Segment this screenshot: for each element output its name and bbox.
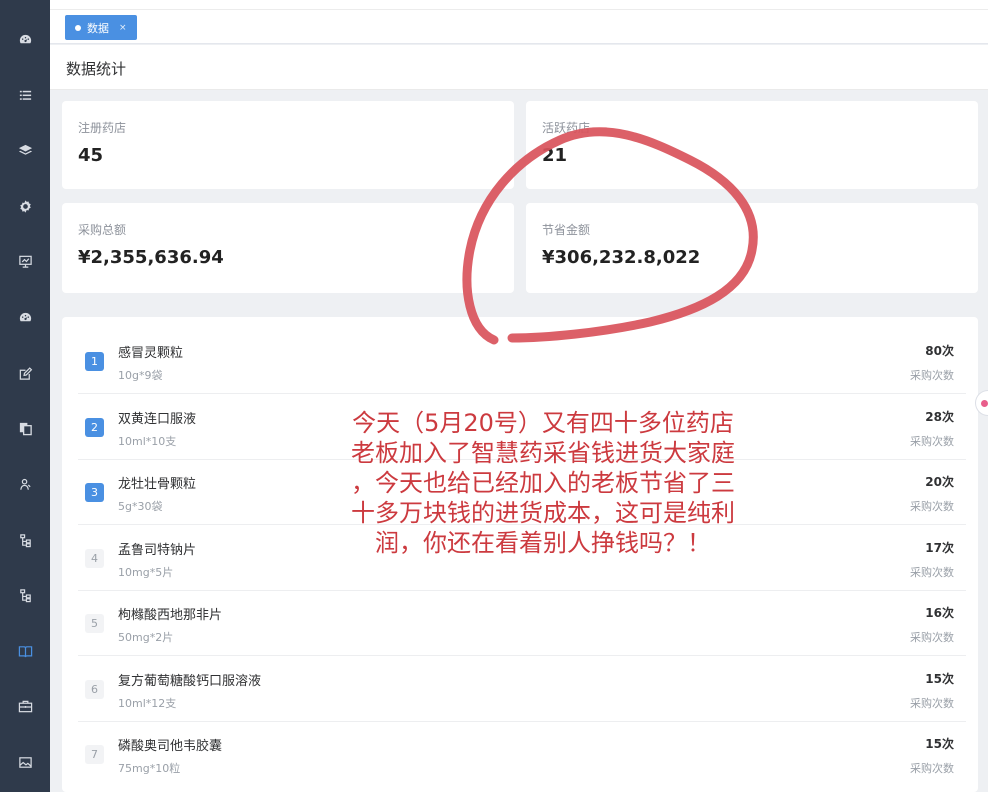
header-strip [50, 0, 988, 10]
dashboard-icon[interactable] [0, 19, 50, 59]
sidebar [0, 0, 50, 792]
list-icon[interactable] [0, 75, 50, 115]
rank-badge: 4 [85, 549, 104, 568]
stat-value: 45 [78, 145, 104, 166]
stat-value: ¥306,232.8,022 [542, 247, 701, 268]
rank-badge: 3 [85, 483, 104, 502]
stat-label: 活跃药店 [542, 121, 591, 135]
settings-icon[interactable] [0, 186, 50, 226]
page-header: 数据统计 [50, 45, 988, 90]
tab-active-dot-icon [75, 24, 81, 31]
stat-value: 21 [542, 145, 568, 166]
purchase-count-label: 采购次数 [910, 762, 954, 775]
stat-card-active: 活跃药店 21 [526, 101, 978, 189]
purchase-count-label: 采购次数 [910, 500, 954, 513]
user-icon[interactable] [0, 464, 50, 504]
drug-spec: 10ml*12支 [118, 697, 177, 710]
drug-spec: 5g*30袋 [118, 500, 163, 513]
copy-icon[interactable] [0, 408, 50, 448]
rank-badge: 7 [85, 745, 104, 764]
stat-card-registered: 注册药店 45 [62, 101, 514, 189]
purchase-count: 80次 [925, 344, 954, 358]
drug-name: 磷酸奥司他韦胶囊 [118, 739, 223, 754]
annotation-line: 今天（5月20号）又有四十多位药店 [352, 409, 734, 437]
drug-name: 感冒灵颗粒 [118, 346, 184, 361]
tree-icon[interactable] [0, 575, 50, 615]
purchase-count-label: 采购次数 [910, 697, 954, 710]
drug-name: 复方葡萄糖酸钙口服溶液 [118, 674, 262, 689]
layers-icon[interactable] [0, 130, 50, 170]
stat-label: 注册药店 [78, 121, 127, 135]
annotation-text: 今天（5月20号）又有四十多位药店 老板加入了智慧药采省钱进货大家庭 ，今天也给… [288, 408, 798, 558]
annotation-line: ，今天也给已经加入的老板节省了三 [351, 469, 735, 497]
monitor-icon[interactable] [0, 241, 50, 281]
purchase-count-label: 采购次数 [910, 369, 954, 382]
purchase-count: 15次 [925, 672, 954, 686]
drug-name: 龙牡壮骨颗粒 [118, 477, 197, 492]
image-icon[interactable] [0, 742, 50, 782]
purchase-count: 17次 [925, 541, 954, 555]
tab-bar: 数据 × [50, 0, 988, 44]
rank-badge: 5 [85, 614, 104, 633]
page-title: 数据统计 [66, 60, 127, 78]
annotation-line: 润，你还在看着别人挣钱吗？！ [375, 529, 711, 557]
rank-badge: 1 [85, 352, 104, 371]
tab-data[interactable]: 数据 × [65, 15, 137, 40]
stat-label: 采购总额 [78, 223, 127, 237]
purchase-count-label: 采购次数 [910, 631, 954, 644]
list-item[interactable]: 1 感冒灵颗粒 10g*9袋 80次 采购次数 [78, 329, 966, 394]
list-item[interactable]: 5 枸橼酸西地那非片 50mg*2片 16次 采购次数 [78, 591, 966, 656]
book-icon[interactable] [0, 631, 50, 671]
annotation-line: 十多万块钱的进货成本，这可是纯利 [351, 499, 735, 527]
list-item[interactable]: 6 复方葡萄糖酸钙口服溶液 10ml*12支 15次 采购次数 [78, 657, 966, 722]
list-item[interactable]: 7 磷酸奥司他韦胶囊 75mg*10粒 15次 采购次数 [78, 722, 966, 787]
drug-spec: 10g*9袋 [118, 369, 163, 382]
tab-label: 数据 [87, 21, 109, 35]
purchase-count: 20次 [925, 475, 954, 489]
drug-name: 双黄连口服液 [118, 412, 197, 427]
stat-label: 节省金额 [542, 223, 591, 237]
drug-spec: 10ml*10支 [118, 435, 177, 448]
rank-badge: 6 [85, 680, 104, 699]
drug-spec: 10mg*5片 [118, 566, 174, 579]
tree-icon[interactable] [0, 520, 50, 560]
briefcase-icon[interactable] [0, 686, 50, 726]
purchase-count: 15次 [925, 737, 954, 751]
tab-close-icon[interactable]: × [119, 23, 127, 33]
annotation-line: 老板加入了智慧药采省钱进货大家庭 [351, 439, 735, 467]
drug-spec: 75mg*10粒 [118, 762, 181, 775]
drug-spec: 50mg*2片 [118, 631, 174, 644]
edit-icon[interactable] [0, 353, 50, 393]
stat-value: ¥2,355,636.94 [78, 247, 224, 268]
purchase-count-label: 采购次数 [910, 566, 954, 579]
stat-card-purchase-total: 采购总额 ¥2,355,636.94 [62, 203, 514, 293]
purchase-count-label: 采购次数 [910, 435, 954, 448]
drug-name: 枸橼酸西地那非片 [118, 608, 223, 623]
drug-name: 孟鲁司特钠片 [118, 543, 197, 558]
stat-card-savings: 节省金额 ¥306,232.8,022 [526, 203, 978, 293]
purchase-count: 28次 [925, 410, 954, 424]
purchase-count: 16次 [925, 606, 954, 620]
handle-dot-icon [981, 400, 988, 407]
rank-badge: 2 [85, 418, 104, 437]
dashboard-icon[interactable] [0, 297, 50, 337]
